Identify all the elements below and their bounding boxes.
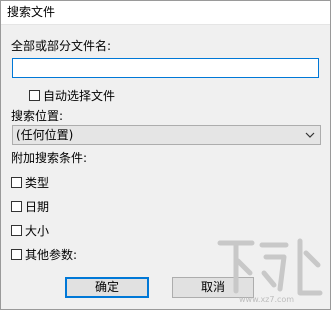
condition-size-checkbox[interactable]: 大小 [11, 222, 49, 238]
auto-select-label: 自动选择文件 [43, 88, 116, 103]
window-title: 搜索文件 [7, 5, 56, 19]
search-location-label: 搜索位置: [11, 109, 64, 123]
auto-select-checkbox-box[interactable] [29, 89, 40, 101]
chevron-down-icon[interactable] [304, 129, 316, 141]
file-name-input[interactable] [12, 58, 319, 78]
condition-other-label: 其他参数: [25, 247, 78, 262]
file-name-label: 全部或部分文件名: [11, 39, 112, 53]
condition-type-checkbox[interactable]: 类型 [11, 174, 49, 190]
extra-conditions-label: 附加搜索条件: [11, 151, 88, 165]
condition-other-checkbox[interactable]: 其他参数: [11, 246, 77, 262]
condition-size-label: 大小 [25, 223, 50, 238]
watermark-url: www.xz7.com [239, 295, 295, 304]
condition-type-label: 类型 [25, 175, 50, 190]
search-location-value: (任何位置) [16, 128, 74, 142]
auto-select-checkbox[interactable]: 自动选择文件 [29, 87, 115, 103]
title-bar: 搜索文件 [1, 1, 330, 24]
condition-size-box[interactable] [11, 224, 22, 236]
search-files-dialog: 搜索文件 全部或部分文件名: 自动选择文件 搜索位置: (任何位置) 附加搜索条… [0, 0, 331, 310]
condition-date-box[interactable] [11, 200, 22, 212]
search-location-select[interactable]: (任何位置) [12, 125, 321, 145]
condition-date-label: 日期 [25, 199, 50, 214]
ok-button[interactable]: 确定 [65, 277, 149, 298]
condition-type-box[interactable] [11, 176, 22, 188]
condition-date-checkbox[interactable]: 日期 [11, 198, 49, 214]
title-divider [1, 24, 330, 25]
condition-other-box[interactable] [11, 248, 22, 260]
